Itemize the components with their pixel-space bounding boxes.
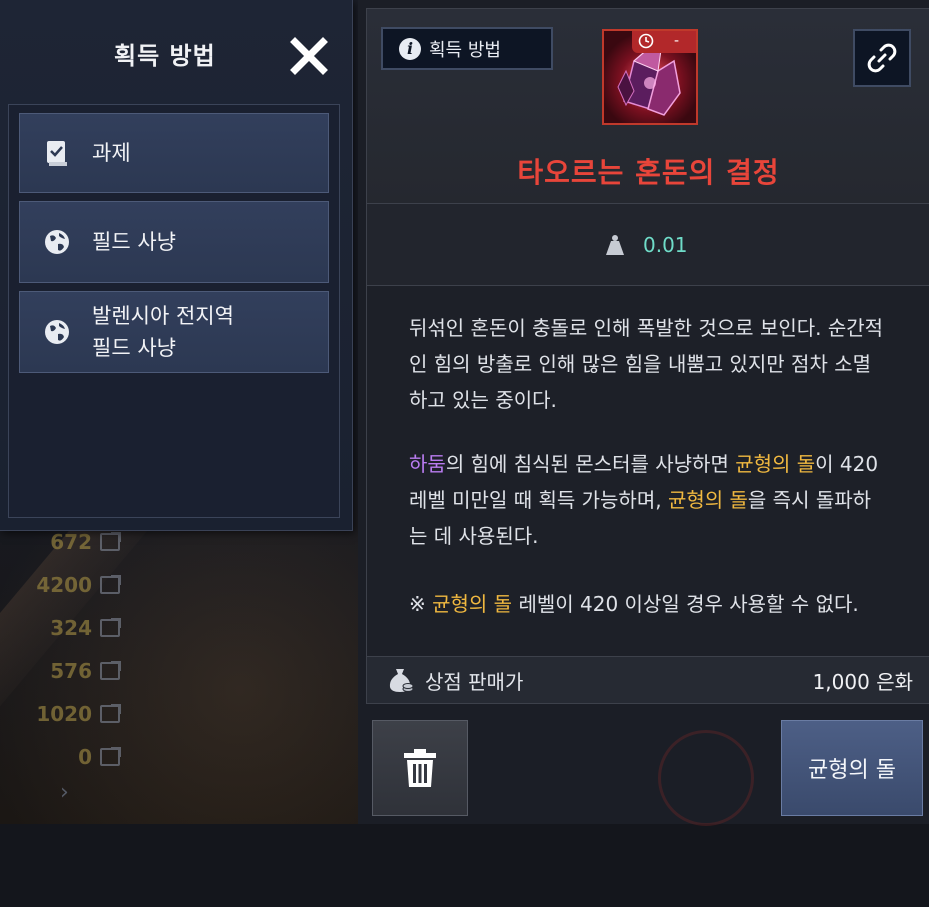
globe-icon (45, 320, 69, 344)
description-text: 레벨이 420 이상일 경우 사용할 수 없다. (512, 592, 859, 616)
acquisition-method-button[interactable]: i 획득 방법 (381, 27, 553, 70)
acquisition-item-label: 과제 (92, 141, 131, 165)
acquisition-method-panel: 획득 방법 과제 필드 사냥 발렌시아 전지역 필드 사냥 (0, 0, 353, 531)
background-value-row: 324 (0, 606, 121, 649)
background-value-row: 4200 (0, 563, 121, 606)
shop-sell-price-label: 상점 판매가 (425, 669, 524, 694)
external-link-icon (100, 703, 121, 723)
shop-sell-price-row: 상점 판매가 1,000 은화 (366, 656, 929, 704)
background-value-row: 576 (0, 649, 121, 692)
background-value: 0 (78, 744, 92, 769)
background-value: 576 (50, 658, 92, 683)
background-value: 324 (50, 615, 92, 640)
external-link-icon (100, 574, 121, 594)
item-timer-value: - (674, 33, 680, 49)
background-value: 4200 (36, 572, 92, 597)
background-decoration (658, 730, 754, 826)
acquisition-item-field-hunt[interactable]: 필드 사냥 (19, 201, 329, 283)
background-value-row: 0 (0, 735, 121, 778)
info-icon: i (399, 37, 421, 60)
item-description: 뒤섞인 혼돈이 충돌로 인해 폭발한 것으로 보인다. 순간적인 힘의 방출로 … (366, 286, 929, 656)
item-name: 타오르는 혼돈의 결정 (517, 156, 780, 189)
highlight-keyword: 균형의 돌 (735, 452, 816, 476)
acquisition-item-label: 발렌시아 전지역 필드 사냥 (92, 304, 234, 360)
description-paragraph: 하둠의 힘에 침식된 몬스터를 사냥하면 균형의 돌이 420레벨 미만일 때 … (409, 446, 889, 554)
highlight-keyword: 하둠 (409, 452, 446, 476)
external-link-icon (100, 617, 121, 637)
background-value-row: 1020 (0, 692, 121, 735)
balance-stone-button[interactable]: 균형의 돌 (781, 720, 923, 816)
close-button[interactable] (289, 36, 329, 76)
external-link-icon (100, 746, 121, 766)
acquisition-method-list: 과제 필드 사냥 발렌시아 전지역 필드 사냥 (8, 104, 340, 518)
close-icon (290, 37, 328, 75)
highlight-keyword: 균형의 돌 (667, 488, 748, 512)
acquisition-item-quest[interactable]: 과제 (19, 113, 329, 193)
background-value: 672 (50, 529, 92, 554)
discard-button[interactable] (372, 720, 468, 816)
highlight-keyword: 균형의 돌 (432, 592, 513, 616)
clock-icon (638, 33, 654, 49)
trash-icon (404, 749, 436, 787)
acquisition-item-valencia-field-hunt[interactable]: 발렌시아 전지역 필드 사냥 (19, 291, 329, 373)
item-header: i 획득 방법 - 타오르는 혼돈의 결정 (366, 8, 929, 204)
item-weight-row: 0.01 (366, 204, 929, 286)
item-weight-value: 0.01 (643, 232, 688, 257)
acquisition-panel-title: 획득 방법 (114, 42, 216, 70)
money-bag-icon (389, 669, 414, 692)
acquisition-method-button-label: 획득 방법 (429, 39, 501, 61)
item-timer: - (632, 31, 696, 53)
item-detail-panel: i 획득 방법 - 타오르는 혼돈의 결정 0.01 뒤섞인 혼돈이 충돌로 인… (358, 0, 929, 826)
acquisition-item-label: 필드 사냥 (92, 230, 176, 254)
external-link-icon (100, 660, 121, 680)
item-image: - (602, 29, 698, 125)
weight-icon (606, 234, 624, 255)
description-note: ※ 균형의 돌 레벨이 420 이상일 경우 사용할 수 없다. (409, 586, 889, 622)
description-text: ※ (409, 592, 433, 616)
background-value: 1020 (36, 701, 92, 726)
description-text: 의 힘에 침식된 몬스터를 사냥하면 (445, 452, 736, 476)
external-link-icon (100, 531, 121, 551)
globe-icon (45, 230, 69, 254)
description-paragraph: 뒤섞인 혼돈이 충돌로 인해 폭발한 것으로 보인다. 순간적인 힘의 방출로 … (409, 316, 884, 412)
background-value-list: 672 4200 324 576 1020 0 (0, 520, 121, 778)
share-link-button[interactable] (853, 29, 911, 87)
chevron-right-icon: › (60, 780, 69, 805)
link-icon (867, 43, 897, 73)
shop-sell-price-value: 1,000 은화 (812, 669, 913, 694)
quest-book-icon (47, 141, 67, 166)
